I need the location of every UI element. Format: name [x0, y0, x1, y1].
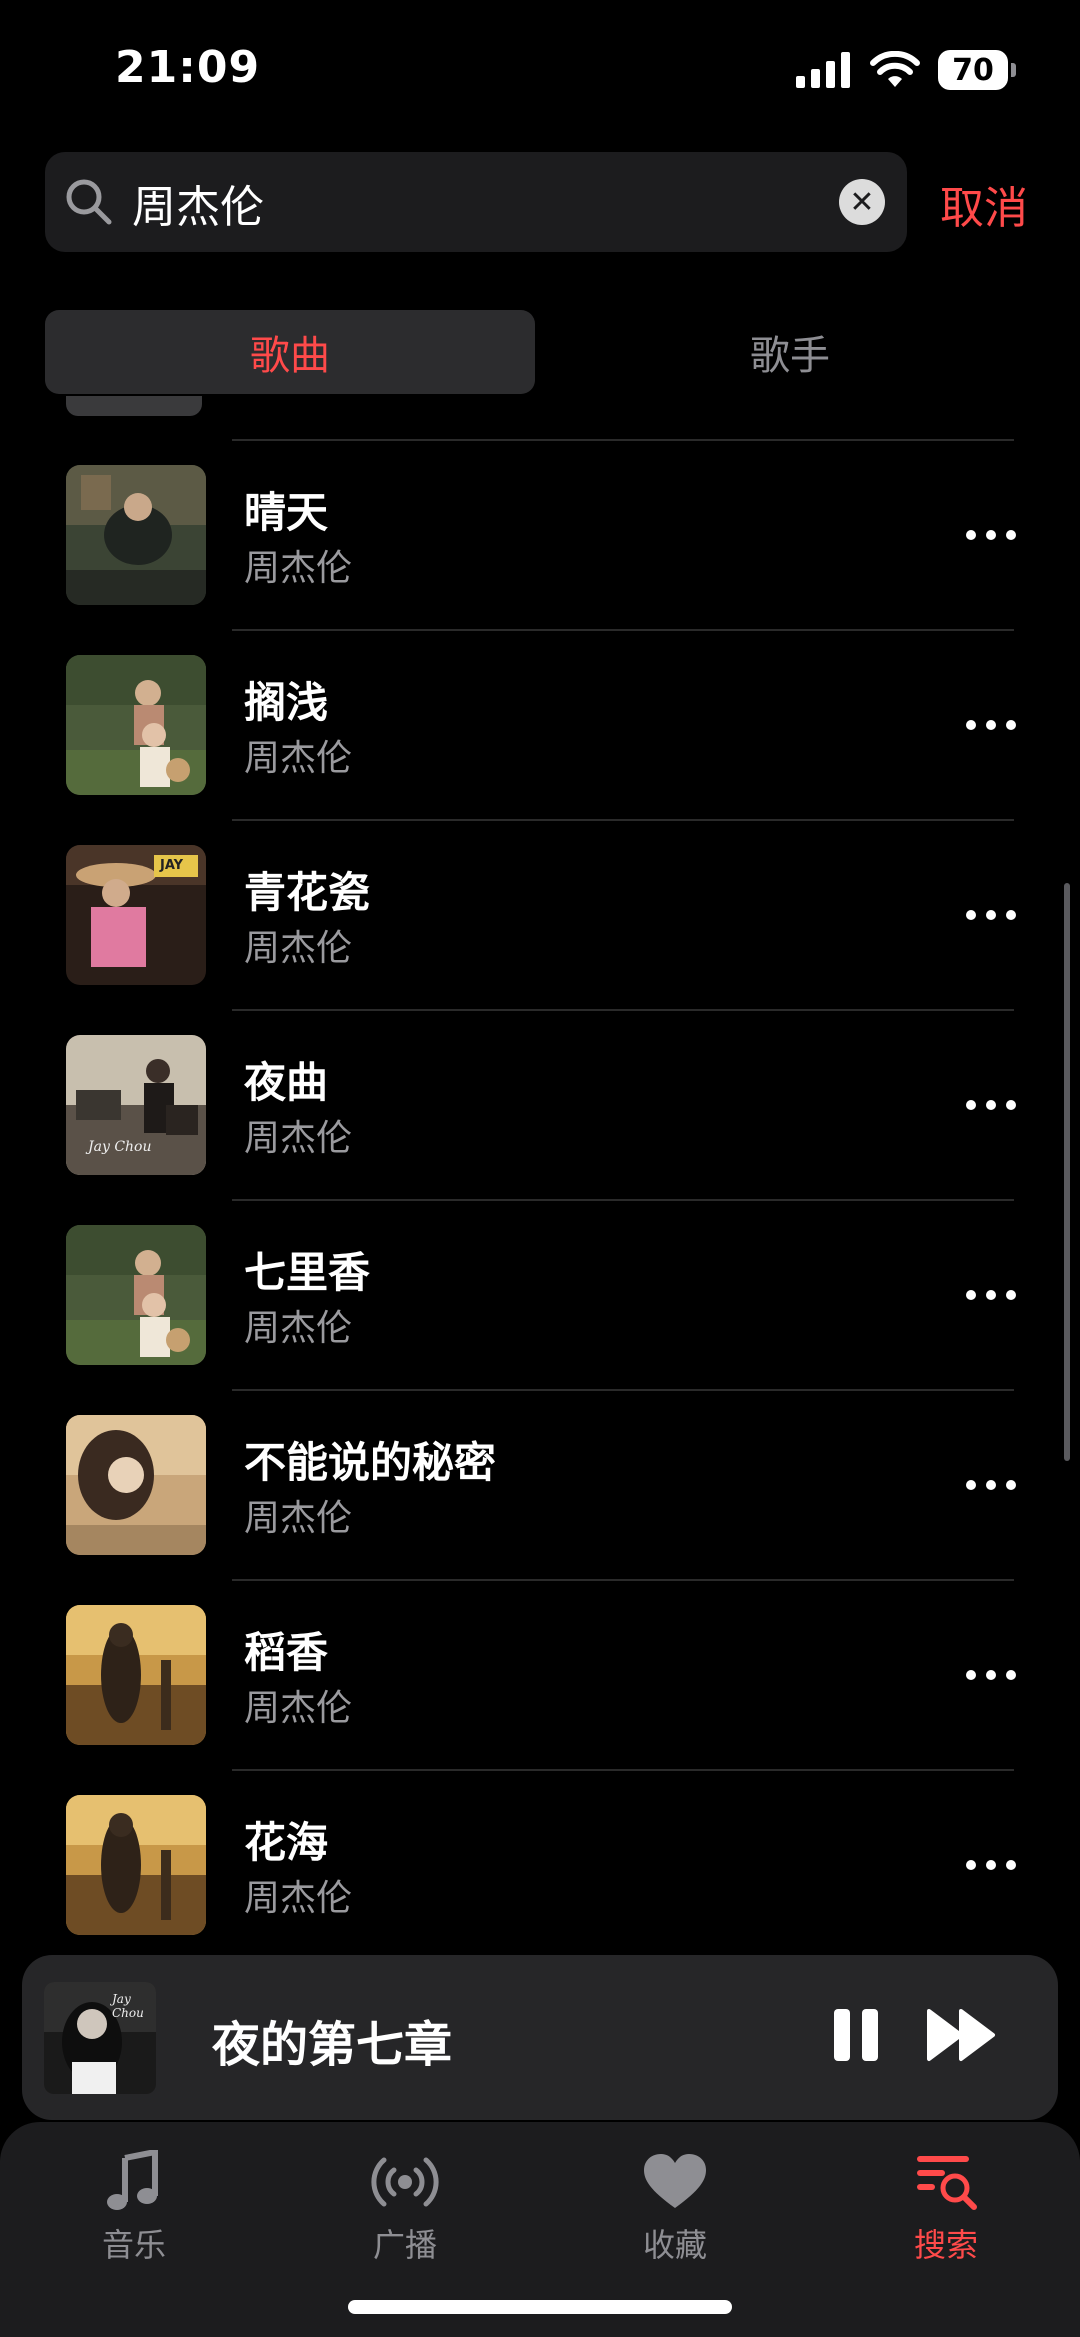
song-row[interactable]: 晴天 周杰伦 [0, 441, 1080, 631]
tab-label: 收藏 [642, 2226, 707, 2264]
heart-icon [644, 2154, 706, 2208]
tab-bar: 音乐 广播 收藏 搜索 [0, 2122, 1080, 2337]
song-artist: 周杰伦 [244, 1308, 353, 1349]
more-options-icon[interactable] [966, 1661, 1016, 1689]
more-options-icon[interactable] [966, 1851, 1016, 1879]
tab-radio[interactable]: 广播 [335, 2150, 475, 2270]
song-artist: 周杰伦 [244, 738, 353, 779]
search-box[interactable]: ✕ [45, 152, 907, 252]
song-title: 搁浅 [244, 678, 329, 727]
song-list[interactable]: 晴天 周杰伦 搁浅 周杰伦 JAY 青花瓷 周杰伦 Jay Chou 夜曲 周杰… [0, 396, 1080, 1956]
more-options-icon[interactable] [966, 521, 1016, 549]
album-text: Jay Chou [112, 1992, 144, 2020]
mini-player[interactable]: Jay Chou 夜的第七章 [22, 1955, 1058, 2120]
status-bar: 21:09 70 [0, 0, 1080, 140]
battery-indicator: 70 [938, 50, 1016, 90]
song-artist: 周杰伦 [244, 548, 353, 589]
song-artist: 周杰伦 [244, 1498, 353, 1539]
album-art [66, 1225, 206, 1365]
search-icon [66, 179, 112, 225]
song-row[interactable]: Jay Chou 夜曲 周杰伦 [0, 1011, 1080, 1201]
song-row[interactable]: JAY 青花瓷 周杰伦 [0, 821, 1080, 1011]
song-title: 青花瓷 [244, 868, 371, 917]
now-playing-album-art: Jay Chou [44, 1982, 156, 2094]
album-art [66, 655, 206, 795]
song-artist: 周杰伦 [244, 928, 353, 969]
segment-songs[interactable]: 歌曲 [45, 310, 535, 394]
search-list-icon [917, 2156, 977, 2210]
album-text: JAY [160, 858, 184, 873]
close-icon: ✕ [849, 184, 875, 220]
tab-search[interactable]: 搜索 [876, 2150, 1016, 2270]
pause-icon[interactable] [832, 2005, 882, 2065]
more-options-icon[interactable] [966, 711, 1016, 739]
song-row[interactable]: 花海 周杰伦 [0, 1771, 1080, 1956]
scrollbar[interactable] [1064, 883, 1070, 1461]
song-title: 晴天 [244, 488, 329, 537]
song-title: 七里香 [244, 1248, 371, 1297]
search-input[interactable] [130, 170, 824, 236]
clear-search-button[interactable]: ✕ [839, 179, 885, 225]
tab-favorites[interactable]: 收藏 [605, 2150, 745, 2270]
tab-label: 广播 [372, 2226, 437, 2264]
album-art [66, 1605, 206, 1745]
status-icons: 70 [796, 50, 1016, 90]
partial-album-art [66, 396, 202, 416]
song-title: 不能说的秘密 [244, 1438, 497, 1487]
song-title: 稻香 [244, 1628, 329, 1677]
search-row: ✕ 取消 [45, 152, 1035, 252]
cellular-signal-icon [796, 52, 850, 88]
more-options-icon[interactable] [966, 1471, 1016, 1499]
more-options-icon[interactable] [966, 901, 1016, 929]
tab-label: 搜索 [913, 2226, 978, 2264]
tab-music[interactable]: 音乐 [64, 2150, 204, 2270]
more-options-icon[interactable] [966, 1281, 1016, 1309]
song-title: 花海 [244, 1818, 329, 1867]
song-row[interactable]: 不能说的秘密 周杰伦 [0, 1391, 1080, 1581]
music-note-icon [107, 2150, 158, 2210]
album-art: Jay Chou [66, 1035, 206, 1175]
cancel-button[interactable]: 取消 [940, 172, 1028, 236]
tab-label: 音乐 [101, 2226, 166, 2264]
song-artist: 周杰伦 [244, 1118, 353, 1159]
more-options-icon[interactable] [966, 1091, 1016, 1119]
album-art [66, 465, 206, 605]
song-artist: 周杰伦 [244, 1878, 353, 1919]
fast-forward-icon[interactable] [927, 2005, 997, 2065]
song-row[interactable]: 搁浅 周杰伦 [0, 631, 1080, 821]
song-title: 夜曲 [244, 1058, 329, 1107]
song-row[interactable]: 稻香 周杰伦 [0, 1581, 1080, 1771]
home-indicator[interactable] [348, 2300, 732, 2314]
wifi-icon [870, 51, 920, 87]
song-artist: 周杰伦 [244, 1688, 353, 1729]
status-time: 21:09 [115, 42, 261, 93]
search-type-segmented-control: 歌曲 歌手 [45, 310, 1035, 394]
segment-artists[interactable]: 歌手 [545, 310, 1035, 394]
album-art [66, 1415, 206, 1555]
broadcast-icon [371, 2157, 439, 2207]
now-playing-title: 夜的第七章 [212, 2017, 453, 2073]
album-text: Jay Chou [88, 1139, 152, 1155]
song-row[interactable]: 七里香 周杰伦 [0, 1201, 1080, 1391]
album-art [66, 1795, 206, 1935]
album-art: JAY [66, 845, 206, 985]
